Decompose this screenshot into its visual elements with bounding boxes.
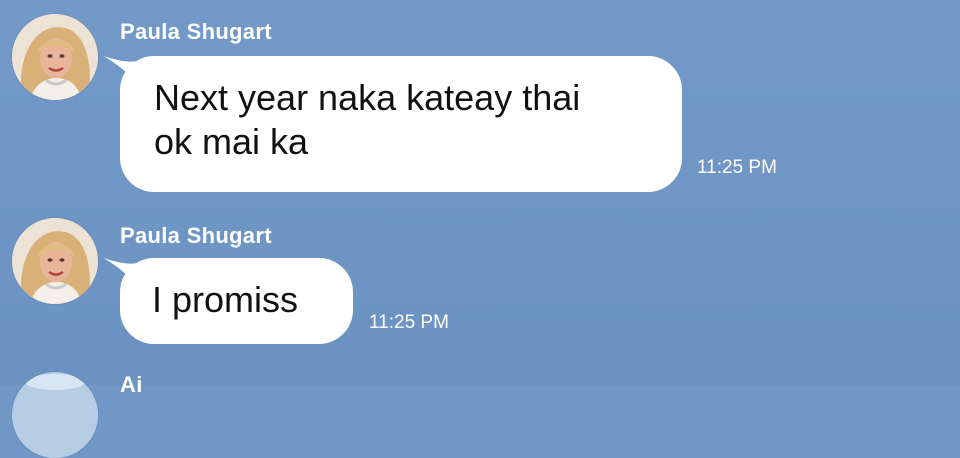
sender-name: Paula Shugart xyxy=(120,19,272,44)
sender-avatar[interactable] xyxy=(12,218,98,304)
chat-area[interactable]: Paula Shugart Next year naka kateay thai… xyxy=(0,0,960,458)
message-text: I promiss xyxy=(152,279,299,320)
user-avatar-photo-icon xyxy=(12,14,98,100)
sender-name: Ai xyxy=(120,372,143,397)
message-text: Next year naka kateay thai ok mai ka xyxy=(154,77,581,162)
sender-name: Paula Shugart xyxy=(120,223,272,248)
message-bubble[interactable]: I promiss xyxy=(120,258,353,344)
message-timestamp: 11:25 PM xyxy=(697,157,777,178)
message-timestamp: 11:25 PM xyxy=(369,312,449,333)
user-avatar-photo-icon xyxy=(12,218,98,304)
sender-avatar[interactable] xyxy=(12,14,98,100)
message-bubble[interactable]: Next year naka kateay thai ok mai ka xyxy=(120,56,682,192)
